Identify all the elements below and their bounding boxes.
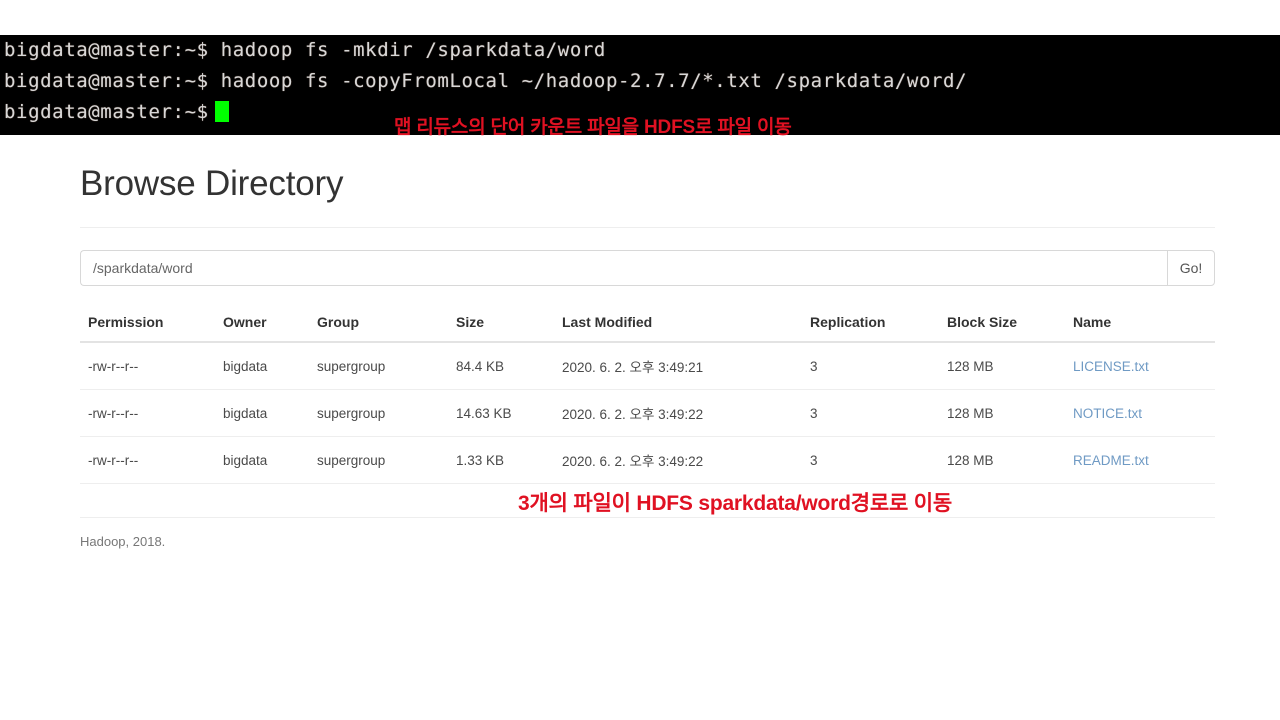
- cell-replication: 3: [810, 342, 947, 390]
- column-header-replication[interactable]: Replication: [810, 308, 947, 343]
- cell-last-modified: 2020. 6. 2. 오후 3:49:22: [562, 436, 810, 484]
- column-header-size[interactable]: Size: [456, 308, 562, 343]
- cell-group: supergroup: [317, 342, 456, 390]
- table-header-row: Permission Owner Group Size Last Modifie…: [80, 308, 1215, 343]
- file-listing-table: Permission Owner Group Size Last Modifie…: [80, 308, 1215, 484]
- terminal-line-1: bigdata@master:~$ hadoop fs -mkdir /spar…: [4, 39, 606, 61]
- file-link[interactable]: NOTICE.txt: [1073, 406, 1142, 421]
- cell-permission: -rw-r--r--: [80, 436, 223, 484]
- cell-block-size: 128 MB: [947, 342, 1073, 390]
- file-link[interactable]: LICENSE.txt: [1073, 359, 1149, 374]
- cell-last-modified: 2020. 6. 2. 오후 3:49:22: [562, 389, 810, 437]
- column-header-permission[interactable]: Permission: [80, 308, 223, 343]
- cell-group: supergroup: [317, 389, 456, 437]
- column-header-name[interactable]: Name: [1073, 308, 1215, 343]
- footer-text: Hadoop, 2018.: [80, 534, 166, 549]
- cell-name: LICENSE.txt: [1073, 342, 1215, 390]
- cell-size: 1.33 KB: [456, 436, 562, 484]
- column-header-last-modified[interactable]: Last Modified: [562, 308, 810, 343]
- table-body: -rw-r--r-- bigdata supergroup 84.4 KB 20…: [80, 342, 1215, 484]
- cell-permission: -rw-r--r--: [80, 342, 223, 390]
- table-row: -rw-r--r-- bigdata supergroup 84.4 KB 20…: [80, 342, 1215, 390]
- cell-size: 84.4 KB: [456, 342, 562, 390]
- cell-replication: 3: [810, 389, 947, 437]
- cell-last-modified: 2020. 6. 2. 오후 3:49:21: [562, 342, 810, 390]
- cell-group: supergroup: [317, 436, 456, 484]
- page-container: Browse Directory Go! Permission Owner Gr…: [70, 135, 1215, 549]
- path-bar: Go!: [80, 250, 1215, 286]
- table-row: -rw-r--r-- bigdata supergroup 1.33 KB 20…: [80, 436, 1215, 484]
- cell-permission: -rw-r--r--: [80, 389, 223, 437]
- path-input[interactable]: [80, 250, 1167, 286]
- cell-name: NOTICE.txt: [1073, 389, 1215, 437]
- cell-size: 14.63 KB: [456, 389, 562, 437]
- terminal-cursor: [214, 101, 229, 122]
- cell-owner: bigdata: [223, 342, 317, 390]
- column-header-owner[interactable]: Owner: [223, 308, 317, 343]
- page-title: Browse Directory: [80, 164, 344, 203]
- table-row: -rw-r--r-- bigdata supergroup 14.63 KB 2…: [80, 389, 1215, 437]
- title-divider: [80, 227, 1215, 228]
- terminal-line-2: bigdata@master:~$ hadoop fs -copyFromLoc…: [4, 70, 968, 92]
- go-button[interactable]: Go!: [1167, 250, 1215, 286]
- table-header: Permission Owner Group Size Last Modifie…: [80, 308, 1215, 343]
- cell-owner: bigdata: [223, 436, 317, 484]
- file-link[interactable]: README.txt: [1073, 453, 1149, 468]
- cell-name: README.txt: [1073, 436, 1215, 484]
- footer-divider: [80, 517, 1215, 518]
- column-header-block-size[interactable]: Block Size: [947, 308, 1073, 343]
- cell-block-size: 128 MB: [947, 389, 1073, 437]
- cell-block-size: 128 MB: [947, 436, 1073, 484]
- column-header-group[interactable]: Group: [317, 308, 456, 343]
- terminal-prompt: bigdata@master:~$: [4, 101, 209, 123]
- cell-replication: 3: [810, 436, 947, 484]
- cell-owner: bigdata: [223, 389, 317, 437]
- hdfs-browser-page: Browse Directory Go! Permission Owner Gr…: [0, 135, 1280, 549]
